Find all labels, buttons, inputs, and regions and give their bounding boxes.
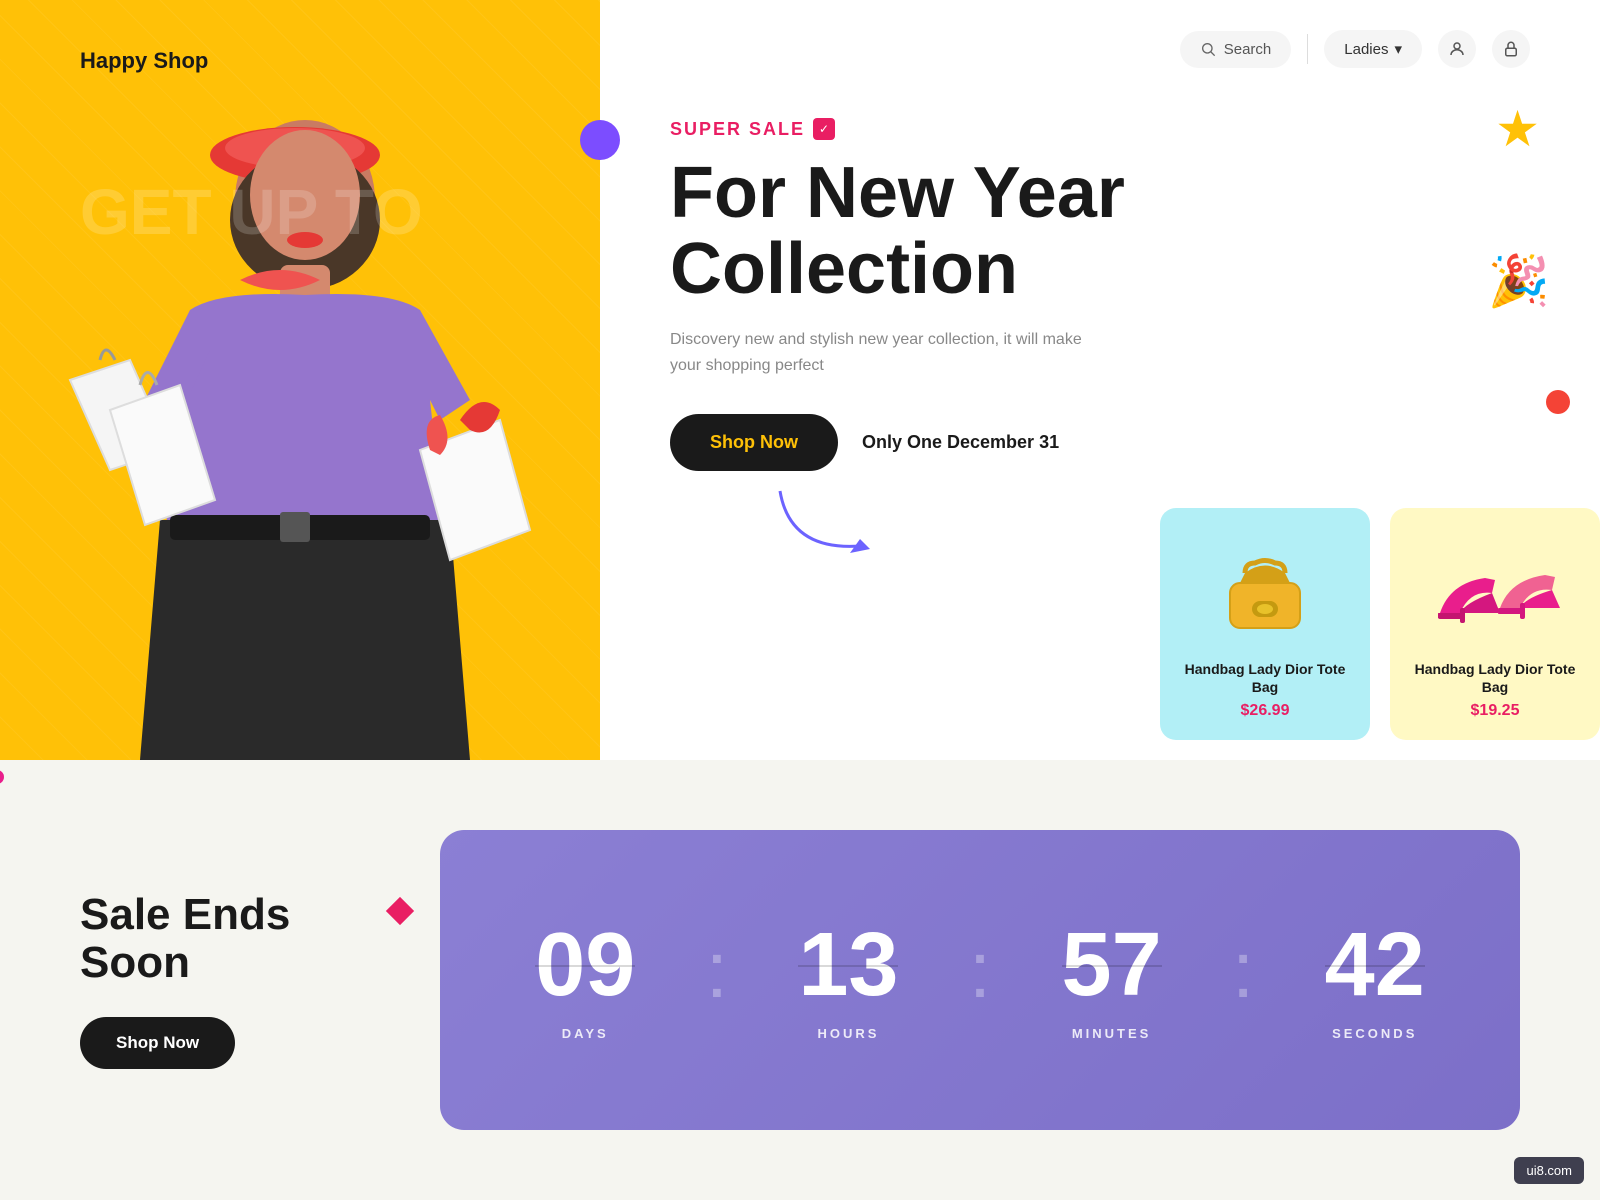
sale-ends-block: Sale Ends Soon Shop Now	[80, 891, 380, 1070]
product-image-1	[1200, 528, 1330, 648]
hero-content: SUPER SALE ✓ For New Year Collection 🎉 D…	[670, 98, 1530, 561]
hero-title: For New Year Collection 🎉	[670, 156, 1530, 307]
sale-ends-line2: Soon	[80, 938, 190, 987]
nav-bar: Search Ladies ▾	[670, 0, 1530, 98]
shop-now-button[interactable]: Shop Now	[670, 414, 838, 471]
hero-description: Discovery new and stylish new year colle…	[670, 327, 1090, 378]
nav-divider	[1307, 34, 1308, 64]
countdown-divider-2: :	[969, 924, 991, 1016]
celebration-icon: 🎉	[1488, 255, 1550, 308]
countdown-days-value: 09	[535, 920, 635, 1010]
deco-circle-purple	[580, 120, 620, 160]
product-card-2[interactable]: Handbag Lady Dior Tote Bag $19.25	[1390, 508, 1600, 740]
countdown-days: 09 DAYS	[535, 920, 635, 1041]
search-icon	[1200, 41, 1216, 57]
product-name-2: Handbag Lady Dior Tote Bag	[1410, 660, 1580, 696]
sale-ends-line1: Sale Ends	[80, 890, 290, 939]
chevron-down-icon: ▾	[1394, 40, 1402, 58]
hero-title-line1: For New Year	[670, 153, 1125, 233]
countdown-divider-1: :	[706, 924, 728, 1016]
product-image-2	[1430, 528, 1560, 648]
watermark: ui8.com	[1514, 1157, 1584, 1184]
deco-diamond-icon	[386, 896, 414, 924]
sale-shop-now-button[interactable]: Shop Now	[80, 1017, 235, 1069]
curved-arrow-icon	[770, 481, 890, 561]
product-card-1[interactable]: Handbag Lady Dior Tote Bag $26.99	[1160, 508, 1370, 740]
product-cards: Handbag Lady Dior Tote Bag $26.99	[1160, 508, 1600, 740]
get-up-text: GET UP TO	[80, 180, 423, 244]
heels-svg-1	[1430, 538, 1560, 638]
badge-check-icon: ✓	[813, 118, 835, 140]
deco-star-icon: ★	[1495, 100, 1540, 158]
ladies-dropdown[interactable]: Ladies ▾	[1324, 30, 1422, 68]
countdown-minutes-label: MINUTES	[1072, 1026, 1152, 1041]
product-price-1: $26.99	[1180, 702, 1350, 720]
countdown-hours-value: 13	[798, 920, 898, 1010]
countdown-seconds-label: SECONDS	[1332, 1026, 1417, 1041]
sale-ends-title: Sale Ends Soon	[80, 891, 380, 988]
top-section: Happy Shop GET UP TO	[0, 0, 1600, 760]
search-label: Search	[1224, 41, 1272, 58]
handbag-svg-1	[1210, 538, 1320, 638]
countdown-divider-3: :	[1232, 924, 1254, 1016]
hero-content-right: Search Ladies ▾	[600, 0, 1600, 760]
watermark-text: ui8.com	[1526, 1163, 1572, 1178]
only-one-text: Only One December 31	[862, 432, 1059, 453]
hero-title-line2: Collection	[670, 229, 1018, 309]
cart-icon-button[interactable]	[1492, 30, 1530, 68]
hero-banner-left: Happy Shop GET UP TO	[0, 0, 600, 760]
countdown-hours: 13 HOURS	[798, 920, 898, 1041]
super-sale-text: SUPER SALE	[670, 119, 805, 140]
countdown-days-label: DAYS	[562, 1026, 609, 1041]
user-icon-button[interactable]	[1438, 30, 1476, 68]
countdown-hours-label: HOURS	[817, 1026, 879, 1041]
deco-circle-red	[1546, 390, 1570, 414]
countdown-seconds: 42 SECONDS	[1325, 920, 1425, 1041]
ladies-label: Ladies	[1344, 41, 1388, 58]
bottom-section: Sale Ends Soon Shop Now 09 DAYS : 13 HOU…	[0, 760, 1600, 1200]
product-name-1: Handbag Lady Dior Tote Bag	[1180, 660, 1350, 696]
search-box[interactable]: Search	[1180, 31, 1292, 68]
deco-pink-dot	[0, 770, 4, 784]
countdown-minutes: 57 MINUTES	[1062, 920, 1162, 1041]
countdown-seconds-value: 42	[1325, 920, 1425, 1010]
lock-icon	[1502, 40, 1520, 58]
brand-name: Happy Shop	[80, 48, 208, 74]
product-price-2: $19.25	[1410, 702, 1580, 720]
countdown-minutes-value: 57	[1062, 920, 1162, 1010]
page-wrapper: ★ Happy Shop GET UP TO	[0, 0, 1600, 1200]
super-sale-badge: SUPER SALE ✓	[670, 118, 1530, 140]
cta-row: Shop Now Only One December 31	[670, 414, 1530, 471]
countdown-block: 09 DAYS : 13 HOURS : 57 MINUTES : 42 SEC…	[440, 830, 1520, 1130]
user-icon	[1448, 40, 1466, 58]
